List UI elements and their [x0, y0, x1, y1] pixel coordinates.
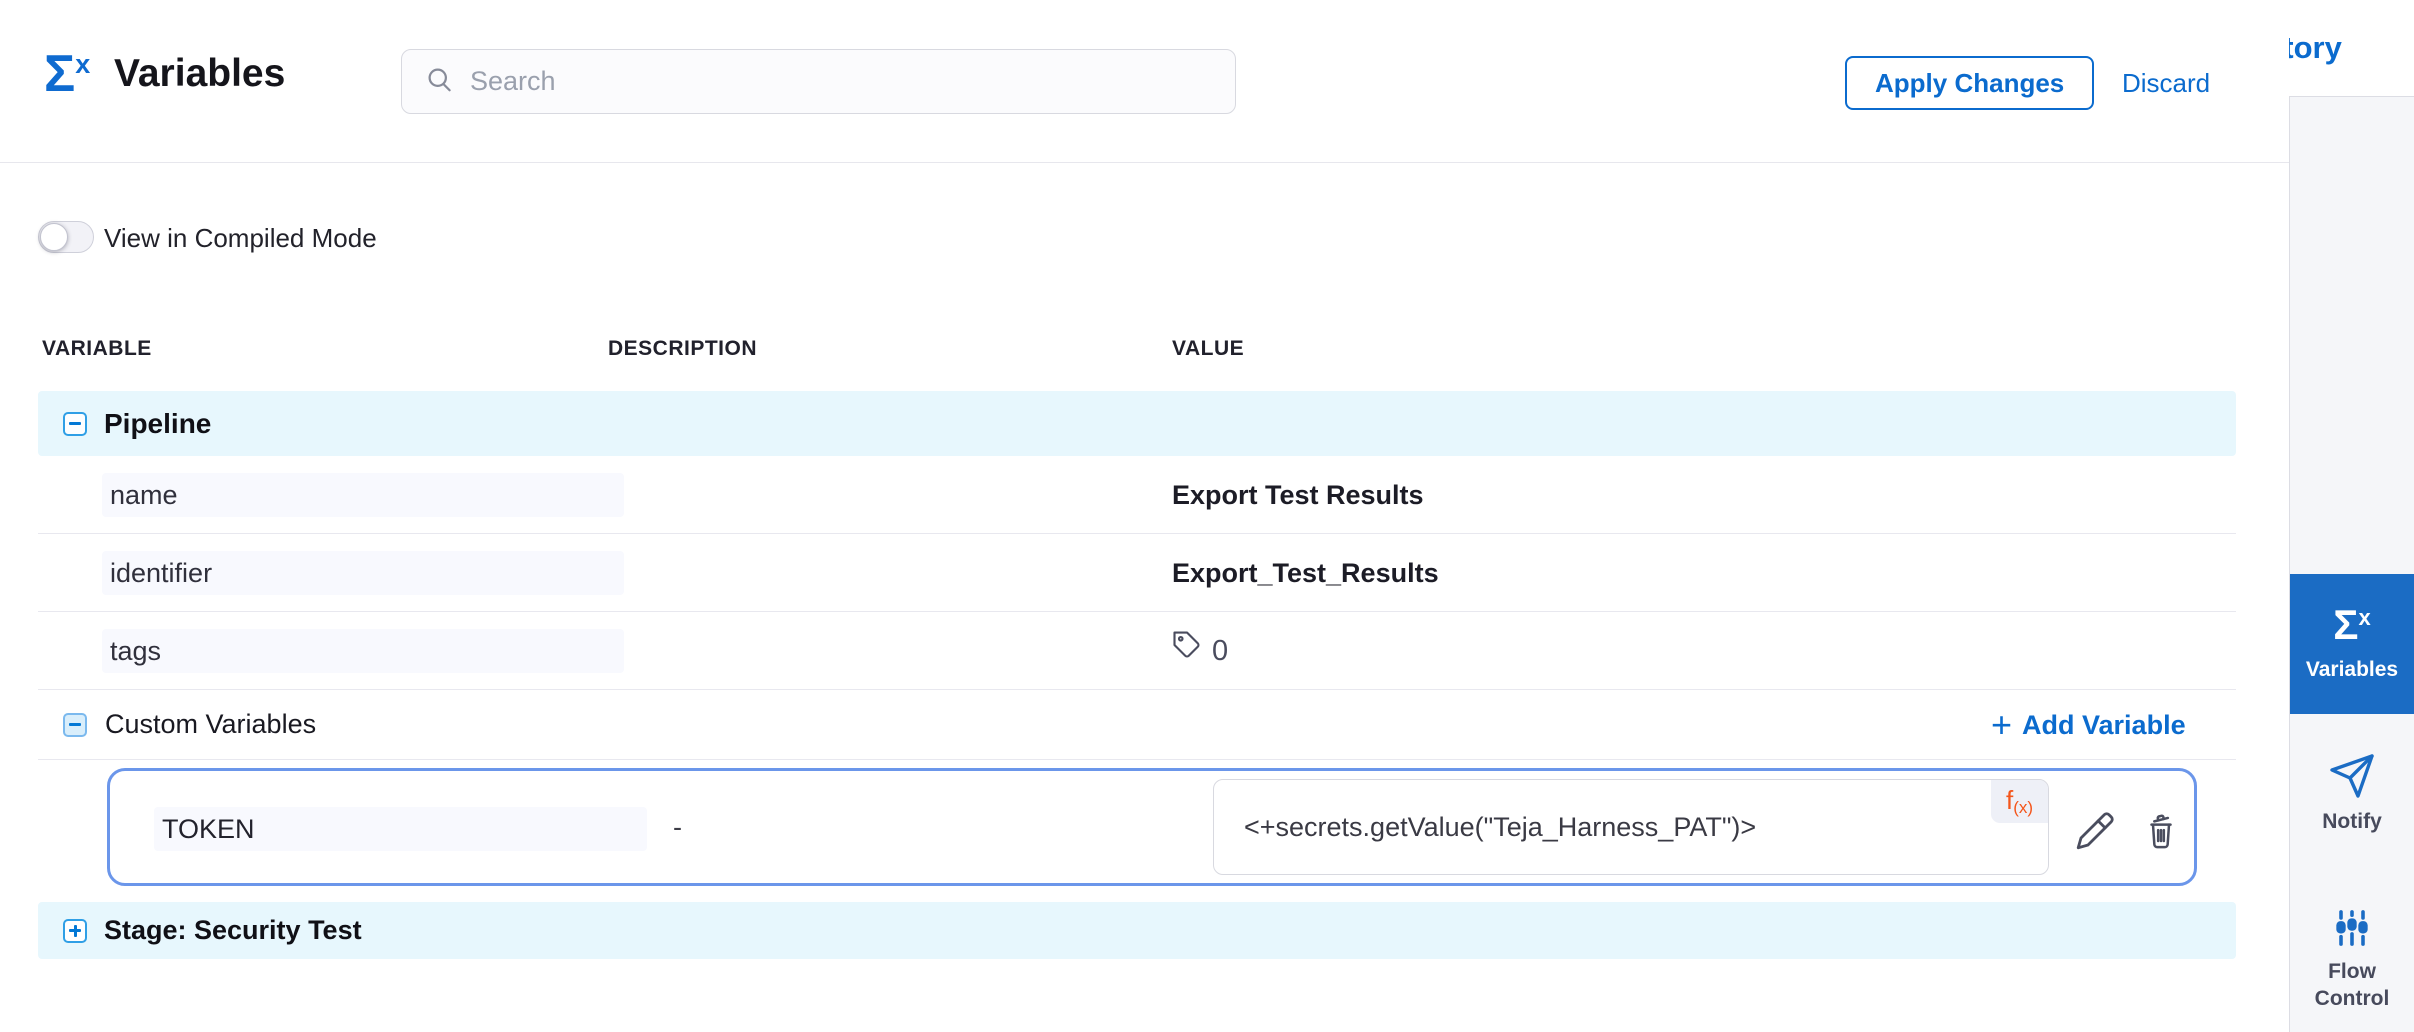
column-header-description: DESCRIPTION: [608, 337, 757, 361]
search-input[interactable]: [470, 66, 1235, 97]
compiled-mode-toggle[interactable]: [38, 221, 94, 253]
custom-variable-row-token: TOKEN - f(x): [107, 768, 2197, 886]
search-box: [401, 49, 1236, 114]
custom-variables-section-row[interactable]: Custom Variables + Add Variable: [38, 690, 2236, 760]
table-row: name Export Test Results: [38, 456, 2236, 534]
sigma-x-icon: Σx: [2333, 604, 2370, 646]
sliders-icon: [2290, 906, 2414, 950]
custom-variables-label: Custom Variables: [105, 709, 316, 740]
rail-item-notify[interactable]: Notify: [2290, 752, 2414, 835]
discard-link[interactable]: Discard: [2122, 68, 2210, 99]
custom-variable-description: -: [673, 771, 682, 883]
paper-plane-icon: [2290, 752, 2414, 800]
column-header-value: VALUE: [1172, 337, 1244, 361]
tag-icon: [1172, 612, 1202, 690]
variables-drawer-screen: story Σx Variables Notify: [0, 0, 2414, 1032]
pipeline-studio-right-rail: Σx Variables Notify Flow Control: [2289, 96, 2414, 1032]
plus-icon: +: [1991, 707, 2012, 743]
custom-variable-value-field: f(x): [1213, 779, 2049, 875]
collapse-icon[interactable]: [63, 412, 87, 436]
table-row: identifier Export_Test_Results: [38, 534, 2236, 612]
add-variable-button[interactable]: + Add Variable: [1991, 690, 2186, 760]
tags-value-cell: 0: [1172, 612, 1228, 690]
pipeline-section-row[interactable]: Pipeline: [38, 391, 2236, 456]
variable-name-cell: tags: [102, 629, 624, 673]
search-icon: [424, 64, 454, 99]
apply-changes-button[interactable]: Apply Changes: [1845, 56, 2094, 110]
drawer-footer-space: [0, 959, 2289, 1032]
table-row: tags 0: [38, 612, 2236, 690]
trash-icon: [2141, 839, 2181, 854]
expression-fx-badge[interactable]: f(x): [1991, 780, 2048, 823]
variables-sigma-icon: Σx: [44, 48, 90, 100]
variable-value-cell: Export Test Results: [1172, 456, 1424, 534]
rail-item-flow-control[interactable]: Flow Control: [2290, 906, 2414, 1013]
pipeline-section-label: Pipeline: [104, 408, 211, 440]
collapse-icon[interactable]: [63, 713, 87, 737]
variable-name-cell: name: [102, 473, 624, 517]
variable-name-cell: identifier: [102, 551, 624, 595]
delete-variable-button[interactable]: [2138, 809, 2184, 855]
page-title: Variables: [114, 52, 285, 96]
edit-variable-button[interactable]: [2072, 809, 2118, 855]
column-header-variable: VARIABLE: [42, 337, 152, 361]
toggle-knob: [40, 223, 68, 251]
expand-icon[interactable]: [63, 919, 87, 943]
custom-variable-name: TOKEN: [154, 807, 647, 851]
rail-item-variables[interactable]: Σx Variables: [2290, 574, 2414, 714]
tags-count: 0: [1212, 612, 1228, 690]
stage-section-label: Stage: Security Test: [104, 915, 362, 946]
stage-section-row[interactable]: Stage: Security Test: [38, 902, 2236, 959]
variable-value-cell: Export_Test_Results: [1172, 534, 1439, 612]
custom-variable-value-input[interactable]: [1214, 780, 2048, 874]
rail-item-variables-label: Variables: [2306, 656, 2398, 683]
drawer-header: Σx Variables Apply Changes Discard: [0, 0, 2289, 163]
pencil-icon: [2074, 840, 2116, 855]
compiled-mode-label: View in Compiled Mode: [104, 223, 377, 254]
rail-item-flow-control-label: Flow Control: [2306, 958, 2398, 1013]
rail-item-notify-label: Notify: [2290, 808, 2414, 835]
